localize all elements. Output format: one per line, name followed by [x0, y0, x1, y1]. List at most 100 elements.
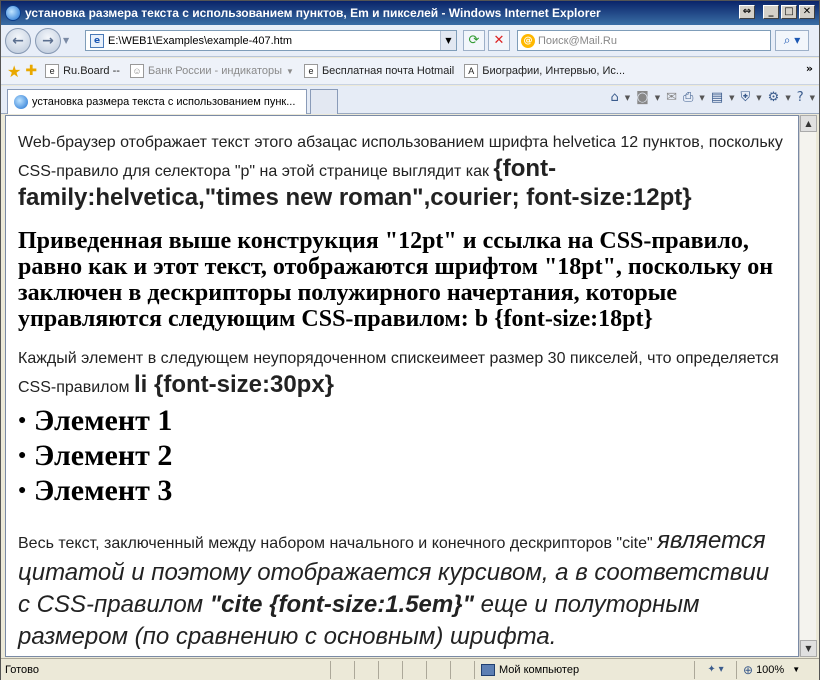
bullet-icon: ●: [18, 448, 27, 463]
close-button[interactable]: ✕: [799, 5, 815, 19]
tab-current[interactable]: установка размера текста с использование…: [7, 89, 307, 114]
paragraph-1: Web-браузер отображает текст этого абзац…: [18, 130, 786, 214]
chevron-down-icon[interactable]: ▼: [655, 94, 660, 102]
bullet-icon: ●: [18, 413, 27, 428]
list-item: ● Элемент 3: [18, 473, 786, 508]
smiley-icon: ☺: [129, 64, 144, 78]
command-bar: ⌂ ▼ ◙ ▼ ✉ ⎙ ▼ ▤ ▼ ⛨ ▼ ⚙ ▼ ? ▼: [610, 90, 815, 105]
search-button[interactable]: ⌕ ▾: [775, 30, 809, 51]
favorite-label: Ru.Board --: [63, 65, 120, 77]
more-favorites-icon[interactable]: »: [806, 62, 813, 75]
address-url[interactable]: E:\WEB1\Examples\example-407.htm: [108, 35, 292, 47]
chevron-down-icon[interactable]: ▼: [785, 94, 790, 102]
tab-bar: установка размера текста с использование…: [1, 86, 819, 114]
add-favorite-icon[interactable]: ✚: [25, 63, 37, 79]
favorite-label: Банк России - индикаторы: [147, 65, 283, 77]
back-button[interactable]: ←: [5, 27, 31, 54]
status-segment: [331, 660, 355, 679]
tab-label: установка размера текста с использование…: [32, 96, 296, 108]
help-icon[interactable]: ?: [797, 90, 804, 105]
list-item-text: Элемент 2: [34, 439, 173, 472]
unordered-list: ● Элемент 1 ● Элемент 2 ● Элемент 3: [18, 403, 786, 508]
title-bar[interactable]: установка размера текста с использование…: [1, 1, 819, 25]
favorite-link-1[interactable]: ☺ Банк России - индикаторы ▼: [129, 64, 294, 78]
favorite-link-3[interactable]: A Биографии, Интервью, Ис...: [464, 64, 625, 78]
favorite-label: Бесплатная почта Hotmail: [321, 65, 455, 77]
zoom-control[interactable]: ⊕ 100% ▼: [737, 661, 800, 679]
list-item-text: Элемент 1: [34, 404, 173, 437]
favorites-star-icon[interactable]: ★: [7, 62, 21, 81]
stop-icon: ✕: [493, 33, 505, 48]
status-segment: [451, 660, 475, 679]
maximize-button[interactable]: □: [781, 5, 797, 19]
security-zone[interactable]: Мой компьютер: [475, 660, 695, 679]
browser-window: установка размера текста с использование…: [0, 0, 820, 680]
back-icon: ←: [12, 32, 24, 49]
protected-mode-icon[interactable]: ✦ ▾: [695, 660, 737, 679]
page-icon: e: [303, 64, 318, 78]
refresh-icon: ⟳: [468, 33, 480, 48]
status-text: Готово: [1, 660, 331, 679]
print-icon[interactable]: ⎙: [683, 90, 693, 105]
paragraph-1-text: Web-браузер отображает текст этого абзац…: [18, 134, 783, 180]
chevron-down-icon[interactable]: ▼: [699, 94, 704, 102]
home-icon[interactable]: ⌂: [610, 90, 618, 105]
status-segment: [355, 660, 379, 679]
window-title: установка размера текста с использование…: [25, 6, 601, 20]
zone-label: Мой компьютер: [499, 663, 580, 676]
window-controls: ⇔ _ □ ✕: [739, 5, 815, 19]
page-icon: A: [464, 64, 479, 78]
search-icon: ⌕ ▾: [783, 33, 801, 47]
computer-icon: [481, 663, 495, 676]
new-tab-button[interactable]: [310, 89, 338, 114]
address-field[interactable]: e E:\WEB1\Examples\example-407.htm ▼: [85, 30, 457, 51]
status-segment: [427, 660, 451, 679]
refresh-button[interactable]: ⟳: [463, 30, 485, 51]
paragraph-2: Приведенная выше конструкция "12pt" и сс…: [18, 228, 774, 332]
status-bar: Готово Мой компьютер ✦ ▾ ⊕ 100% ▼: [1, 658, 819, 680]
page-content: Web-браузер отображает текст этого абзац…: [5, 115, 799, 657]
mailru-icon: @: [521, 33, 535, 48]
favorite-link-2[interactable]: e Бесплатная почта Hotmail: [303, 64, 455, 78]
chevron-down-icon[interactable]: ▼: [756, 94, 761, 102]
favorites-bar: ★ ✚ e Ru.Board -- ☺ Банк России - индика…: [1, 58, 819, 85]
favorite-label: Биографии, Интервью, Ис...: [482, 65, 626, 77]
favorite-link-0[interactable]: e Ru.Board --: [45, 64, 120, 78]
safety-icon[interactable]: ⛨: [741, 90, 751, 105]
scroll-down-icon[interactable]: ▼: [800, 640, 817, 657]
chevron-down-icon[interactable]: ▼: [792, 665, 800, 674]
paragraph-4: Весь текст, заключенный между набором на…: [18, 526, 786, 654]
ie-icon: [5, 5, 21, 21]
vertical-scrollbar[interactable]: ▲ ▼: [799, 115, 817, 657]
chevron-down-icon[interactable]: ▼: [625, 94, 630, 102]
list-item-text: Элемент 3: [34, 474, 173, 507]
paragraph-4-text: Весь текст, заключенный между набором на…: [18, 535, 658, 552]
page-menu-icon[interactable]: ▤: [711, 90, 723, 105]
citation-bold: "cite {font-size:1.5em}": [209, 591, 474, 618]
chevron-down-icon[interactable]: ▼: [810, 94, 815, 102]
restore-alt-button[interactable]: ⇔: [739, 5, 755, 19]
mail-icon[interactable]: ✉: [666, 90, 677, 105]
zoom-level: 100%: [756, 663, 785, 676]
stop-button[interactable]: ✕: [488, 30, 510, 51]
address-dropdown-icon[interactable]: ▼: [440, 31, 456, 50]
forward-icon: →: [42, 32, 54, 49]
navigation-bar: ← → ▼ e E:\WEB1\Examples\example-407.htm…: [1, 25, 819, 57]
zoom-icon: ⊕: [743, 662, 754, 677]
search-placeholder: Поиск@Mail.Ru: [538, 34, 617, 47]
minimize-button[interactable]: _: [763, 5, 779, 19]
forward-button[interactable]: →: [35, 27, 61, 54]
list-item: ● Элемент 1: [18, 403, 786, 438]
tools-icon[interactable]: ⚙: [768, 90, 780, 105]
scroll-up-icon[interactable]: ▲: [800, 115, 817, 132]
paragraph-3-bold: li {font-size:30px}: [133, 371, 335, 398]
page-icon: e: [90, 33, 104, 48]
rss-icon[interactable]: ◙: [636, 90, 649, 105]
chevron-down-icon[interactable]: ▼: [729, 94, 734, 102]
search-input[interactable]: @ Поиск@Mail.Ru: [517, 30, 771, 51]
bullet-icon: ●: [18, 483, 27, 498]
ie-icon: [14, 95, 28, 109]
history-dropdown-icon[interactable]: ▼: [63, 36, 73, 45]
chevron-down-icon[interactable]: ▼: [286, 67, 294, 76]
paragraph-3: Каждый элемент в следующем неупорядоченн…: [18, 346, 786, 401]
